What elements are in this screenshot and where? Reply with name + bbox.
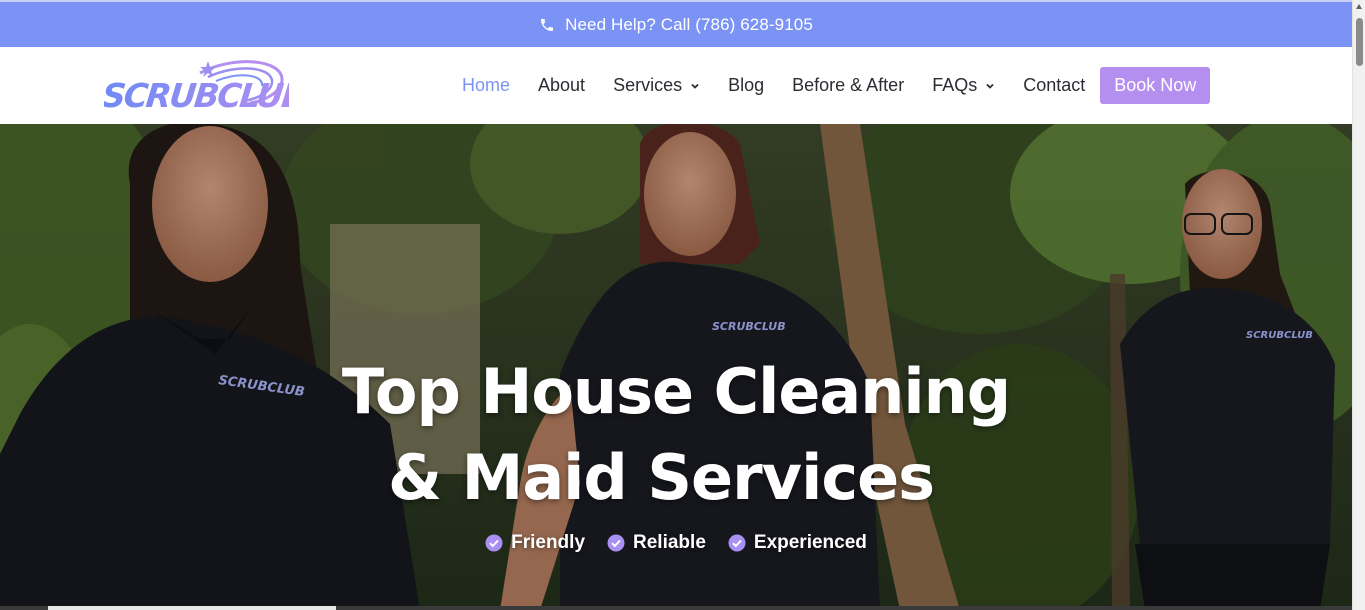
- scrollbar-thumb[interactable]: [1356, 18, 1363, 66]
- scrubclub-logo[interactable]: SCRUBCLUB: [104, 59, 289, 113]
- hero-section: SCRUBCLUB SCRUBCLUB SCRUBCLUB Top House …: [0, 124, 1352, 610]
- feature-experienced: Experienced: [728, 532, 867, 554]
- scroll-up-arrow-icon[interactable]: [1356, 4, 1362, 9]
- hero-heading-line2: & Maid Services: [387, 441, 935, 514]
- check-circle-icon: [728, 534, 746, 552]
- help-phone-link[interactable]: Need Help? Call (786) 628-9105: [565, 15, 813, 35]
- phone-icon: [541, 18, 554, 31]
- feature-friendly: Friendly: [485, 532, 585, 554]
- nav-item-home[interactable]: Home: [462, 75, 510, 96]
- main-navigation: Home About Services Blog Before & After …: [462, 47, 1211, 124]
- nav-item-faqs[interactable]: FAQs: [932, 75, 995, 96]
- check-circle-icon: [485, 534, 503, 552]
- book-now-button[interactable]: Book Now: [1100, 67, 1211, 104]
- hero-heading: Top House Cleaning & Maid Services: [0, 349, 1352, 521]
- hero-features: Friendly Reliable Experienced: [0, 532, 1352, 554]
- top-help-bar: Need Help? Call (786) 628-9105: [0, 0, 1352, 47]
- feature-reliable: Reliable: [607, 532, 706, 554]
- page-scrollbar[interactable]: [1352, 0, 1365, 610]
- chevron-down-icon: [986, 83, 994, 89]
- svg-text:SCRUBCLUB: SCRUBCLUB: [104, 76, 289, 113]
- nav-item-blog[interactable]: Blog: [728, 75, 764, 96]
- nav-item-contact[interactable]: Contact: [1023, 75, 1085, 96]
- nav-item-about[interactable]: About: [538, 75, 585, 96]
- nav-item-before-after[interactable]: Before & After: [792, 75, 904, 96]
- main-header: SCRUBCLUB Home About Services Blog Befor…: [0, 47, 1352, 124]
- nav-item-services[interactable]: Services: [613, 75, 700, 96]
- bottom-strip: [0, 606, 1352, 610]
- bottom-strip-highlight: [48, 606, 336, 610]
- check-circle-icon: [607, 534, 625, 552]
- hero-heading-line1: Top House Cleaning: [341, 355, 1011, 428]
- chevron-down-icon: [691, 83, 699, 89]
